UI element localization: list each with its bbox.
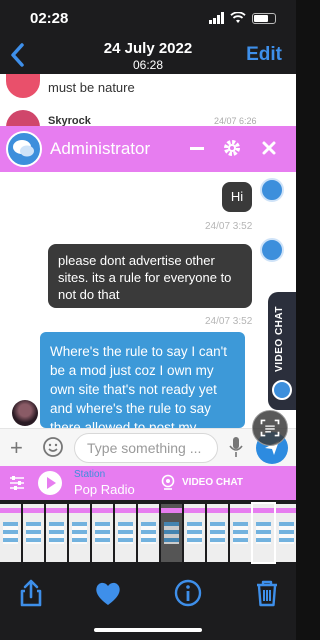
status-bar: 02:28 <box>0 0 296 38</box>
live-text-button[interactable] <box>252 410 288 446</box>
wifi-icon <box>230 12 246 23</box>
info-icon[interactable] <box>173 578 203 608</box>
message-bubble: Where's the rule to say I can't be a mod… <box>40 332 245 428</box>
gear-icon[interactable] <box>221 137 243 159</box>
radio-station-name: Pop Radio <box>74 482 135 497</box>
radio-station-label: Station <box>74 469 106 480</box>
message-input-row: + <box>0 428 296 466</box>
video-chat-label: VIDEO CHAT <box>182 476 243 488</box>
chat-header: Administrator <box>0 126 296 172</box>
thumbnail[interactable] <box>69 504 90 562</box>
message-bubble: please dont advertise other sites. its a… <box>48 244 252 308</box>
thumbnail[interactable] <box>138 504 159 562</box>
user-avatar <box>12 400 38 426</box>
edit-button[interactable]: Edit <box>246 44 282 66</box>
microphone-icon[interactable] <box>228 435 244 459</box>
message-input[interactable] <box>74 433 218 463</box>
video-chat-button[interactable]: VIDEO CHAT <box>160 474 243 490</box>
play-icon <box>47 477 56 489</box>
webcam-icon <box>161 474 175 490</box>
thumbnail[interactable] <box>23 504 44 562</box>
chat-title: Administrator <box>50 139 151 158</box>
photos-toolbar <box>0 566 296 640</box>
status-icons <box>209 12 276 24</box>
emoji-icon[interactable] <box>42 436 64 458</box>
live-text-icon <box>260 419 280 437</box>
plus-icon[interactable]: + <box>10 435 23 461</box>
status-time: 02:28 <box>30 10 69 27</box>
thumbnail[interactable] <box>92 504 113 562</box>
video-chat-tab[interactable]: VIDEO CHAT <box>268 292 296 410</box>
previous-message-time: 24/07 6:26 <box>214 116 257 126</box>
bird-icon <box>272 380 292 400</box>
thumbnail-current[interactable] <box>251 502 276 564</box>
radio-bar: Station Pop Radio VIDEO CHAT <box>0 466 296 500</box>
video-chat-label: VIDEO CHAT <box>274 306 285 372</box>
message-bubble: Hi <box>222 182 252 212</box>
chat-logo-icon <box>6 131 42 167</box>
avatar <box>6 74 40 98</box>
screenshot-image: must be nature Skyrock 24/07 6:26 Admini… <box>0 74 296 500</box>
message-time: 24/07 3:52 <box>205 221 253 232</box>
thumbnail[interactable] <box>184 504 205 562</box>
previous-conversation-list: must be nature Skyrock 24/07 6:26 <box>0 74 296 130</box>
admin-avatar <box>260 238 284 262</box>
admin-avatar <box>260 178 284 202</box>
equalizer-icon[interactable] <box>8 474 26 492</box>
share-icon[interactable] <box>16 578 46 608</box>
thumbnail[interactable] <box>161 504 182 562</box>
thumbnail[interactable] <box>207 504 228 562</box>
message-time: 24/07 3:52 <box>205 316 253 327</box>
thumbnail-strip[interactable] <box>0 500 296 566</box>
home-indicator <box>94 628 202 632</box>
previous-message-text: must be nature <box>48 80 135 95</box>
photos-header: 24 July 2022 06:28 Edit <box>0 38 296 74</box>
thumbnail[interactable] <box>276 504 296 562</box>
thumbnail[interactable] <box>0 504 21 562</box>
minimize-icon[interactable] <box>186 137 208 159</box>
thumbnail[interactable] <box>230 504 251 562</box>
signal-icon <box>209 12 224 24</box>
play-button[interactable] <box>38 471 62 495</box>
thumbnail[interactable] <box>46 504 67 562</box>
close-icon[interactable] <box>258 137 280 159</box>
trash-icon[interactable] <box>252 578 282 608</box>
heart-icon[interactable] <box>93 578 123 608</box>
chat-messages: Hi 24/07 3:52 please dont advertise othe… <box>0 172 296 428</box>
thumbnail[interactable] <box>115 504 136 562</box>
battery-icon <box>252 12 276 24</box>
